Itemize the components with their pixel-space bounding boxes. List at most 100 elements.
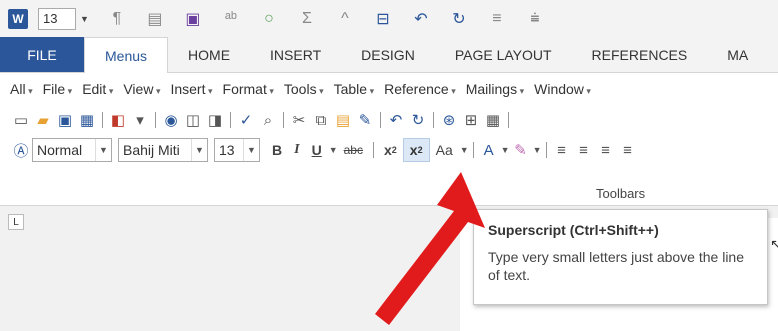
style-value: Normal xyxy=(37,142,83,158)
superscript-tooltip: Superscript (Ctrl+Shift++) Type very sma… xyxy=(473,209,768,305)
toolbar-separator xyxy=(545,142,547,158)
text-effects-dropdown-icon[interactable]: ▼ xyxy=(501,145,510,155)
align-left-icon[interactable]: ≡ xyxy=(551,139,573,161)
table-split-icon[interactable]: ⊟ xyxy=(373,9,393,29)
highlight-dropdown-icon[interactable]: ▼ xyxy=(533,145,542,155)
toolbar-separator xyxy=(283,112,284,128)
word-app-icon[interactable]: W xyxy=(8,9,28,29)
tab-file[interactable]: FILE xyxy=(0,37,84,72)
formatting-toolbar: Ⓐ Normal ▼ Bahij Miti ▼ 13 ▼ B I U ▼ abc… xyxy=(10,138,639,162)
undo-arrow-icon[interactable]: ↶ xyxy=(385,109,407,131)
font-name-value: Bahij Miti xyxy=(123,142,180,158)
caret-up-icon[interactable]: ^ xyxy=(335,10,355,28)
save-file-icon[interactable]: ▣ xyxy=(54,109,76,131)
page-setup-icon[interactable]: ◨ xyxy=(204,109,226,131)
tab-references[interactable]: REFERENCES xyxy=(572,37,708,72)
print-preview-icon[interactable]: ◧ xyxy=(107,109,129,131)
undo-icon[interactable]: ↶ xyxy=(411,9,431,29)
menu-reference[interactable]: Reference xyxy=(384,81,456,97)
font-name-dropdown-icon[interactable]: ▼ xyxy=(191,139,207,161)
document-options-icon[interactable]: ▤ xyxy=(145,9,165,29)
sum-icon[interactable]: Σ xyxy=(297,10,317,28)
text-effects-icon[interactable]: A xyxy=(478,139,500,161)
hyperlink-icon[interactable]: ⊛ xyxy=(438,109,460,131)
italic-button[interactable]: I xyxy=(288,138,305,162)
open-folder-icon[interactable]: ▰ xyxy=(32,109,54,131)
save-icon[interactable]: ▣ xyxy=(183,9,203,29)
underline-dropdown-icon[interactable]: ▼ xyxy=(329,145,338,155)
paste-icon[interactable]: ▤ xyxy=(332,109,354,131)
tab-home[interactable]: HOME xyxy=(168,37,250,72)
subscript-button[interactable]: x2 xyxy=(378,138,403,162)
mouse-cursor-icon: ↖ xyxy=(770,236,778,252)
superscript-button[interactable]: x2 xyxy=(402,138,430,162)
spelling-icon[interactable]: ✓ xyxy=(235,109,257,131)
dropdown-arrow-icon[interactable]: ▾ xyxy=(129,109,151,131)
tab-mailings[interactable]: MA xyxy=(707,37,768,72)
subscript-mark: 2 xyxy=(391,145,397,155)
subscript-base: x xyxy=(383,142,392,158)
paragraph-mark-icon[interactable]: ¶ xyxy=(107,10,127,28)
menu-edit[interactable]: Edit xyxy=(82,81,113,97)
toolbar-separator xyxy=(380,112,381,128)
standard-toolbar: ▭ ▰ ▣ ▦ ◧ ▾ ◉ ◫ ◨ ✓ ⌕ ✂ ⧉ ▤ ✎ ↶ ↻ ⊛ ⊞ ▦ xyxy=(10,109,513,131)
new-document-icon[interactable]: ▭ xyxy=(10,109,32,131)
toolbar-separator xyxy=(508,112,509,128)
menu-view[interactable]: View xyxy=(123,81,160,97)
change-case-button[interactable]: Aa xyxy=(430,138,459,162)
superscript-ab-icon[interactable]: ᵃᵇ xyxy=(221,10,241,28)
tooltip-description: Type very small letters just above the l… xyxy=(488,249,745,283)
toolbars-group-label: Toolbars xyxy=(596,186,646,201)
toolbar-separator xyxy=(155,112,156,128)
underline-button[interactable]: U xyxy=(306,138,328,162)
menu-table[interactable]: Table xyxy=(334,81,375,97)
redo-icon[interactable]: ↻ xyxy=(449,9,469,29)
save-as-icon[interactable]: ▦ xyxy=(76,109,98,131)
qat-font-size-input[interactable]: 13 xyxy=(38,8,76,30)
justify-icon[interactable]: ≡ xyxy=(617,139,639,161)
menu-mailings[interactable]: Mailings xyxy=(466,81,524,97)
format-painter-icon[interactable]: ≡ xyxy=(487,10,507,28)
copy-icon[interactable]: ⧉ xyxy=(310,109,332,131)
bold-button[interactable]: B xyxy=(266,138,288,162)
toolbar-separator xyxy=(102,112,103,128)
tables-borders-icon[interactable]: ⊞ xyxy=(460,109,482,131)
circle-shape-icon[interactable]: ○ xyxy=(259,10,279,28)
tab-menus[interactable]: Menus xyxy=(84,37,169,73)
print-icon[interactable]: ◫ xyxy=(182,109,204,131)
classic-menu-bar: All File Edit View Insert Format Tools T… xyxy=(10,81,601,97)
tab-selector-icon[interactable]: L xyxy=(8,214,24,230)
tab-insert[interactable]: INSERT xyxy=(250,37,341,72)
font-size-value: 13 xyxy=(219,142,235,158)
insert-table-icon[interactable]: ▦ xyxy=(482,109,504,131)
strikethrough-button[interactable]: abc xyxy=(338,138,369,162)
tab-design[interactable]: DESIGN xyxy=(341,37,435,72)
permission-icon[interactable]: ◉ xyxy=(160,109,182,131)
menu-window[interactable]: Window xyxy=(534,81,591,97)
align-center-icon[interactable]: ≡ xyxy=(573,139,595,161)
redo-arrow-icon[interactable]: ↻ xyxy=(407,109,429,131)
research-icon[interactable]: ⌕ xyxy=(257,109,279,131)
menu-tools[interactable]: Tools xyxy=(284,81,324,97)
tab-page-layout[interactable]: PAGE LAYOUT xyxy=(435,37,572,72)
highlight-icon[interactable]: ✎ xyxy=(510,139,532,161)
font-size-dropdown-icon[interactable]: ▼ xyxy=(243,139,259,161)
cut-icon[interactable]: ✂ xyxy=(288,109,310,131)
font-name-select[interactable]: Bahij Miti ▼ xyxy=(118,138,208,162)
tooltip-title: Superscript (Ctrl+Shift++) xyxy=(488,222,659,238)
format-painter-brush-icon[interactable]: ✎ xyxy=(354,109,376,131)
style-select[interactable]: Normal ▼ xyxy=(32,138,112,162)
menu-insert[interactable]: Insert xyxy=(170,81,212,97)
ribbon-body: All File Edit View Insert Format Tools T… xyxy=(0,73,778,206)
menu-format[interactable]: Format xyxy=(223,81,274,97)
qat-font-size-dropdown-icon[interactable]: ▼ xyxy=(80,14,89,24)
style-dropdown-icon[interactable]: ▼ xyxy=(95,139,111,161)
font-size-select[interactable]: 13 ▼ xyxy=(214,138,260,162)
menu-file[interactable]: File xyxy=(43,81,73,97)
ribbon-tab-strip: FILE Menus HOME INSERT DESIGN PAGE LAYOU… xyxy=(0,37,778,73)
menu-all[interactable]: All xyxy=(10,81,33,97)
styles-icon[interactable]: Ⓐ xyxy=(10,139,32,161)
change-case-dropdown-icon[interactable]: ▼ xyxy=(460,145,469,155)
align-right-icon[interactable]: ≡ xyxy=(595,139,617,161)
customize-qat-icon[interactable]: ⩧ xyxy=(525,10,545,28)
